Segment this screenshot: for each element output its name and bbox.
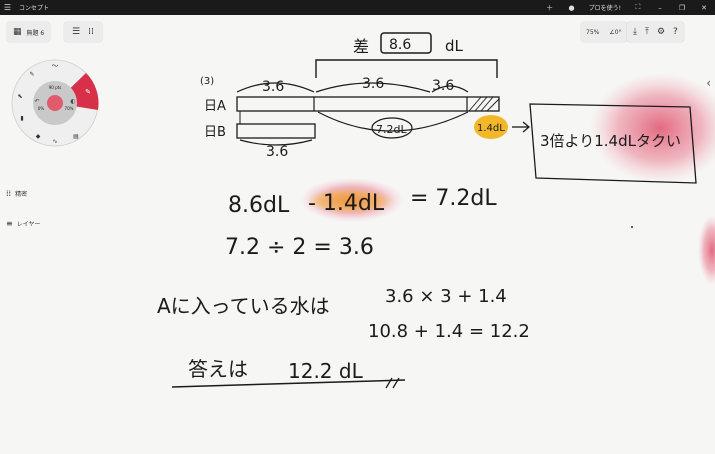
ink-layer: 差 8.6 dL (3) 3.6 3.6 3.6 日A 日B 3.6 7.2dL…: [157, 32, 715, 389]
small-highlight-text: 1.4dL: [477, 123, 505, 134]
eq4: 10.8 + 1.4 = 12.2: [368, 321, 530, 342]
eq1-mid: - 1.4dL: [308, 191, 385, 216]
diff-value: 8.6: [389, 37, 411, 53]
eq3-expr: 3.6 × 3 + 1.4: [385, 286, 507, 307]
row-a-label: 日A: [204, 99, 226, 114]
pink-edge-blur: [698, 215, 715, 285]
seg-b: 3.6: [266, 144, 288, 160]
seg-a3: 3.6: [432, 78, 454, 94]
diff-bracket: [315, 59, 498, 78]
eq1-left: 8.6dL: [228, 193, 290, 218]
problem-number: (3): [200, 76, 214, 87]
eq1-right: = 7.2dL: [410, 186, 497, 211]
bar-b: [236, 123, 316, 139]
note-text: 3倍より1.4dLタクい: [540, 132, 681, 150]
circled-text: 7.2dL: [376, 123, 407, 136]
answer-value: 12.2 dL: [288, 359, 364, 383]
seg-a1: 3.6: [262, 79, 284, 95]
answer-label: 答えは: [188, 357, 248, 381]
eq2: 7.2 ÷ 2 = 3.6: [225, 235, 374, 260]
bar-a: [236, 96, 500, 112]
row-b-label: 日B: [204, 125, 226, 140]
seg-a2: 3.6: [362, 76, 384, 92]
pink-highlight-blur: [590, 73, 715, 183]
diff-unit: dL: [445, 37, 464, 55]
eq3-label: Aに入っている水は: [157, 294, 330, 318]
diff-label: 差: [353, 37, 369, 56]
